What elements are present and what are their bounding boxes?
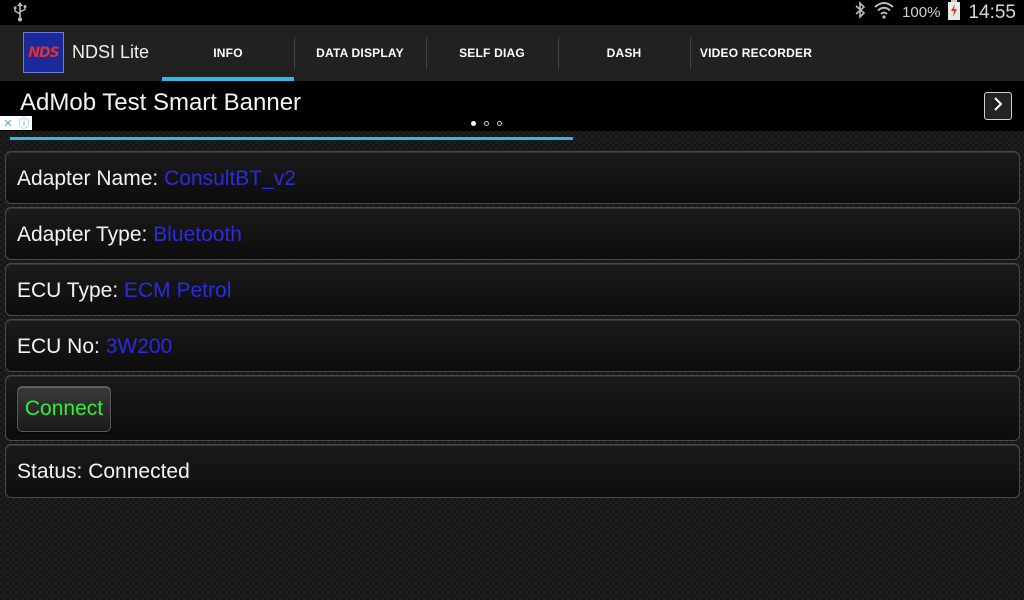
status-bar: 100% 14:55	[0, 0, 1024, 25]
battery-percent: 100%	[902, 4, 941, 21]
tab-label: DATA DISPLAY	[316, 46, 404, 60]
chevron-right-icon	[992, 96, 1004, 116]
ecu-no-value: 3W200	[105, 335, 173, 358]
connect-row: Connect	[5, 375, 1020, 441]
battery-icon	[948, 0, 961, 25]
app-logo[interactable]: NDS	[23, 32, 64, 73]
ad-choices[interactable]: ✕ ⓘ	[0, 116, 32, 130]
adapter-type-value: Bluetooth	[153, 223, 242, 246]
connect-button[interactable]: Connect	[17, 386, 111, 432]
tab-video-recorder[interactable]: VIDEO RECORDER	[690, 25, 822, 81]
page-dot	[484, 121, 489, 126]
adapter-name-row: Adapter Name: ConsultBT_v2	[5, 151, 1020, 204]
app-logo-text: NDS	[28, 44, 59, 61]
tab-self-diag[interactable]: SELF DIAG	[426, 25, 558, 81]
adapter-name-label: Adapter Name:	[17, 167, 159, 190]
ad-page-indicator	[471, 121, 502, 126]
tab-label: SELF DIAG	[459, 46, 525, 60]
status-row: Status: Connected	[5, 444, 1020, 498]
ecu-type-row: ECU Type: ECM Petrol	[5, 263, 1020, 316]
ecu-no-label: ECU No:	[17, 335, 100, 358]
ad-next-button[interactable]	[984, 92, 1012, 120]
ecu-type-value: ECM Petrol	[124, 279, 232, 302]
wifi-icon	[874, 1, 894, 24]
tab-label: DASH	[606, 46, 642, 60]
adapter-type-row: Adapter Type: Bluetooth	[5, 207, 1020, 260]
tab-data-display[interactable]: DATA DISPLAY	[294, 25, 426, 81]
usb-icon	[12, 2, 28, 27]
info-icon[interactable]: ⓘ	[16, 116, 32, 130]
tab-label: INFO	[213, 46, 243, 60]
page-dot-active	[471, 121, 476, 126]
status-text: Status: Connected	[17, 460, 190, 483]
tab-dash[interactable]: DASH	[558, 25, 690, 81]
app-title: NDSI Lite	[72, 42, 150, 62]
ecu-type-label: ECU Type:	[17, 279, 119, 302]
ad-banner[interactable]: AdMob Test Smart Banner	[0, 81, 1024, 131]
progress-bar	[10, 137, 573, 140]
tab-bar: INFO DATA DISPLAY SELF DIAG DASH VIDEO R…	[162, 25, 822, 81]
close-icon[interactable]: ✕	[0, 116, 16, 130]
page-dot	[497, 121, 502, 126]
action-bar: NDS NDSI Lite INFO DATA DISPLAY SELF DIA…	[0, 25, 1024, 82]
ad-text: AdMob Test Smart Banner	[20, 89, 302, 116]
clock: 14:55	[968, 1, 1016, 23]
tab-label: VIDEO RECORDER	[699, 46, 813, 60]
ecu-no-row: ECU No: 3W200	[5, 319, 1020, 372]
bluetooth-icon	[854, 1, 866, 24]
adapter-name-value: ConsultBT_v2	[164, 167, 296, 190]
tab-info[interactable]: INFO	[162, 25, 294, 81]
adapter-type-label: Adapter Type:	[17, 223, 148, 246]
